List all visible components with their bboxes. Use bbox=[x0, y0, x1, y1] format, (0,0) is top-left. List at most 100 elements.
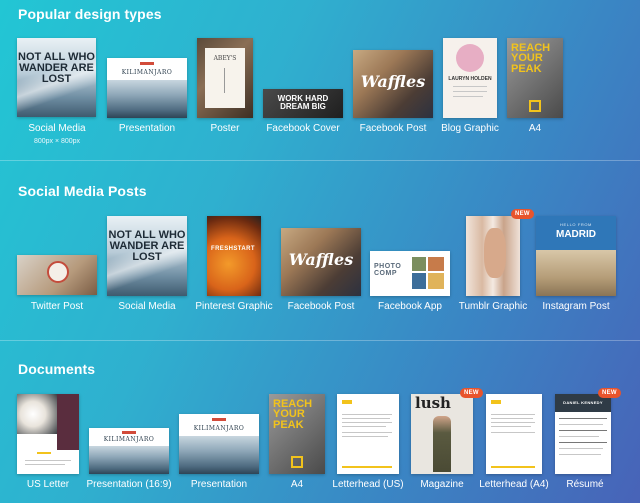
flower-image bbox=[17, 394, 57, 434]
accent-line bbox=[342, 466, 392, 468]
text-line bbox=[559, 454, 601, 455]
thumbnail-tumblr-graphic[interactable] bbox=[466, 216, 520, 296]
thumbnail-pinterest-graphic[interactable]: FRESHSTART bbox=[207, 216, 261, 296]
thumbnail-poster[interactable]: ABEY'S bbox=[197, 38, 253, 118]
thumbnail-resume[interactable]: DANIEL KENNEDY bbox=[555, 394, 611, 474]
mountain-image bbox=[179, 436, 259, 474]
text-line bbox=[342, 436, 388, 437]
text-line bbox=[559, 442, 607, 443]
thumbnail-a4[interactable]: REACH YOUR PEAK bbox=[507, 38, 563, 118]
text-line bbox=[491, 414, 535, 415]
text-line bbox=[453, 96, 483, 97]
thumbnail-a4[interactable]: REACH YOUR PEAK bbox=[269, 394, 325, 474]
red-tag bbox=[212, 418, 226, 421]
divider bbox=[0, 160, 640, 161]
new-badge: NEW bbox=[460, 388, 483, 398]
thumbnail-twitter-post[interactable] bbox=[17, 255, 97, 295]
thumbnail-text: LAURYN HOLDEN bbox=[448, 76, 492, 82]
thumbnail-text: ABEY'S bbox=[213, 55, 237, 62]
thumbnail-us-letter[interactable] bbox=[17, 394, 79, 474]
mountain-image bbox=[107, 80, 187, 118]
text-line bbox=[453, 91, 487, 92]
face-image bbox=[484, 228, 506, 278]
yellow-square bbox=[529, 100, 541, 112]
thumbnail-text: NOT ALL WHO WANDER ARE LOST bbox=[108, 229, 186, 263]
section-title-social: Social Media Posts bbox=[18, 183, 147, 199]
thumbnail-text: WORK HARD DREAM BIG bbox=[277, 94, 329, 111]
poster-rule bbox=[224, 68, 225, 93]
design-type-label: Facebook Post bbox=[359, 123, 427, 134]
text-line bbox=[559, 436, 599, 437]
thumbnail-text: DANIEL KENNEDY bbox=[563, 400, 603, 405]
design-type-label: Blog Graphic bbox=[441, 123, 499, 134]
design-type-label: Tumblr Graphic bbox=[458, 301, 528, 312]
thumbnail-text: FRESHSTART bbox=[211, 246, 255, 252]
thumbnail-small-text: HELLO FROM bbox=[559, 222, 592, 227]
thumbnail-social-media[interactable]: NOT ALL WHO WANDER ARE LOST bbox=[17, 38, 96, 117]
text-line bbox=[25, 464, 65, 465]
yellow-square bbox=[291, 456, 303, 468]
red-tag bbox=[122, 431, 136, 434]
divider bbox=[0, 340, 640, 341]
accent-line bbox=[37, 452, 51, 454]
thumbnail-instagram-post[interactable]: HELLO FROM MADRID bbox=[536, 216, 616, 296]
thumbnail-text: NOT ALL WHO WANDER ARE LOST bbox=[18, 51, 95, 85]
thumbnail-letterhead-us[interactable] bbox=[337, 394, 399, 474]
design-type-label: US Letter bbox=[26, 479, 70, 490]
thumbnail-presentation-16-9[interactable]: KILIMANJARO bbox=[89, 428, 169, 474]
text-line bbox=[559, 424, 603, 425]
design-type-label: Social Media bbox=[118, 301, 176, 312]
design-type-label: A4 bbox=[528, 123, 542, 134]
thumbnail-letterhead-a4[interactable] bbox=[486, 394, 542, 474]
text-line bbox=[559, 418, 607, 419]
mountain-image bbox=[89, 446, 169, 474]
thumbnail-text: REACH YOUR PEAK bbox=[273, 398, 313, 431]
design-type-label: Instagram Post bbox=[542, 301, 610, 312]
photo-tile bbox=[428, 257, 444, 271]
design-type-label: Social Media bbox=[28, 123, 86, 134]
design-type-label: Presentation bbox=[118, 123, 176, 134]
logo-mark bbox=[342, 400, 352, 404]
text-line bbox=[559, 448, 603, 449]
thumbnail-presentation[interactable]: KILIMANJARO bbox=[179, 414, 259, 474]
text-line bbox=[342, 422, 392, 423]
design-type-size: 800px × 800px bbox=[33, 138, 81, 145]
design-type-label: A4 bbox=[290, 479, 304, 490]
design-type-label: Presentation (16:9) bbox=[86, 479, 172, 490]
photo-tile bbox=[428, 273, 444, 289]
design-type-label: Facebook Cover bbox=[266, 123, 340, 134]
thumbnail-facebook-post[interactable]: Waffles bbox=[281, 228, 361, 296]
design-type-label: Magazine bbox=[420, 479, 464, 490]
design-type-label: Letterhead (A4) bbox=[479, 479, 549, 490]
design-type-label: Twitter Post bbox=[30, 301, 84, 312]
thumbnail-magazine[interactable]: lush bbox=[411, 394, 473, 474]
thumbnail-text: Waffles bbox=[360, 72, 426, 91]
text-line bbox=[342, 426, 386, 427]
design-type-label: Pinterest Graphic bbox=[195, 301, 273, 312]
section-title-popular: Popular design types bbox=[18, 6, 162, 22]
thumbnail-facebook-post[interactable]: Waffles bbox=[353, 50, 433, 118]
thumbnail-text: KILIMANJARO bbox=[193, 425, 245, 432]
thumbnail-text: PHOTO COMP bbox=[374, 263, 402, 278]
text-line bbox=[491, 422, 535, 423]
thumbnail-text: KILIMANJARO bbox=[103, 436, 155, 443]
thumbnail-social-media[interactable]: NOT ALL WHO WANDER ARE LOST bbox=[107, 216, 187, 296]
thumbnail-blog-graphic[interactable]: LAURYN HOLDEN bbox=[443, 38, 497, 118]
photo-tile bbox=[412, 257, 426, 271]
text-line bbox=[491, 418, 533, 419]
thumbnail-facebook-app[interactable]: PHOTO COMP bbox=[370, 251, 450, 296]
thumbnail-text: KILIMANJARO bbox=[121, 69, 173, 76]
avatar bbox=[456, 44, 484, 72]
section-title-documents: Documents bbox=[18, 361, 96, 377]
palace-image bbox=[536, 250, 616, 296]
color-band bbox=[57, 394, 79, 450]
thumbnail-presentation[interactable]: KILIMANJARO bbox=[107, 58, 187, 118]
thumbnail-text: Waffles bbox=[288, 250, 354, 269]
text-line bbox=[453, 86, 487, 87]
thumbnail-facebook-cover[interactable]: WORK HARD DREAM BIG bbox=[263, 89, 343, 118]
text-line bbox=[491, 426, 531, 427]
text-line bbox=[25, 460, 71, 461]
accent-line bbox=[491, 466, 535, 468]
text-line bbox=[342, 414, 392, 415]
text-line bbox=[491, 432, 535, 433]
